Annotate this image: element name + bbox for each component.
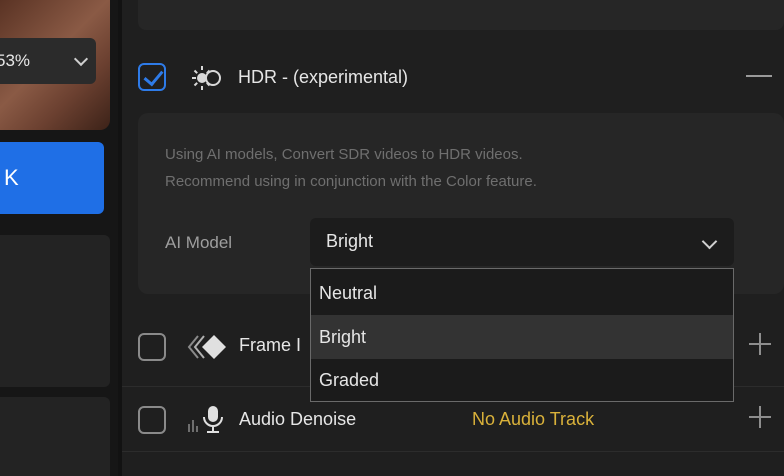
zoom-value: 53% xyxy=(0,51,31,70)
primary-action-button[interactable]: K xyxy=(0,142,104,214)
ai-model-option-graded[interactable]: Graded xyxy=(311,358,733,402)
ai-model-option-neutral[interactable]: Neutral xyxy=(311,271,733,315)
row-separator xyxy=(122,451,784,452)
audio-status-text: No Audio Track xyxy=(472,409,595,429)
zoom-dropdown[interactable]: 53% xyxy=(0,38,96,84)
left-card xyxy=(0,235,110,387)
hdr-checkbox[interactable] xyxy=(138,63,166,91)
collapse-icon[interactable] xyxy=(746,75,772,77)
audio-denoise-checkbox[interactable] xyxy=(138,406,166,434)
ai-model-label: AI Model xyxy=(165,233,233,252)
frame-checkbox[interactable] xyxy=(138,333,166,361)
left-card xyxy=(0,397,110,476)
hdr-sun-icon xyxy=(192,66,221,90)
ai-model-option-bright[interactable]: Bright xyxy=(311,315,733,359)
ai-model-select[interactable] xyxy=(310,218,734,266)
ai-model-select-value: Bright xyxy=(326,231,374,251)
expand-plus-icon[interactable] xyxy=(749,333,771,355)
frame-title: Frame I xyxy=(239,335,302,355)
frame-interpolation-icon xyxy=(187,335,226,359)
hdr-description-line2: Recommend using in conjunction with the … xyxy=(165,173,537,190)
audio-denoise-title: Audio Denoise xyxy=(239,409,357,429)
microphone-icon xyxy=(188,406,223,433)
chevron-down-icon xyxy=(73,51,89,67)
hdr-description-line1: Using AI models, Convert SDR videos to H… xyxy=(165,146,523,163)
ai-model-dropdown-menu: Neutral Bright Graded xyxy=(310,268,734,402)
hdr-settings-card xyxy=(138,113,784,294)
primary-action-label: K xyxy=(4,165,19,190)
previous-section-card xyxy=(138,0,784,30)
expand-plus-icon[interactable] xyxy=(749,406,771,428)
hdr-title: HDR - (experimental) xyxy=(238,67,409,87)
